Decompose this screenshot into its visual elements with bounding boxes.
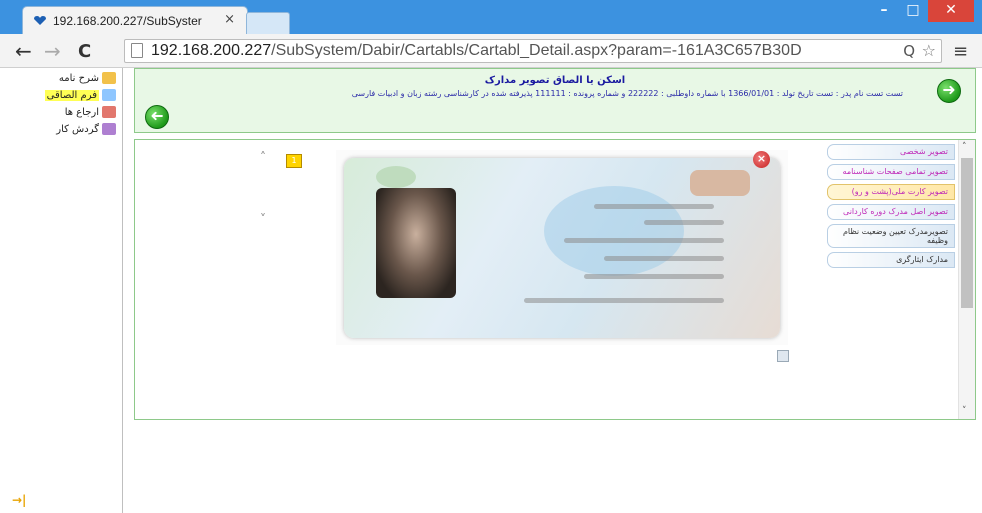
scroll-up-icon[interactable]: ˄ xyxy=(260,150,266,164)
national-id-card-image xyxy=(344,158,780,338)
left-sidebar: شرح نامه فرم الصاقی ارجاع ها گردش کار →| xyxy=(0,68,123,513)
minimize-button[interactable]: – xyxy=(870,0,898,22)
sidebar-item-label: گردش کار xyxy=(56,123,99,135)
sidebar-item-label: شرح نامه xyxy=(58,72,99,84)
expand-arrow-icon[interactable]: →| xyxy=(12,493,26,507)
browser-toolbar: ← → C 192.168.200.227/SubSystem/Dabir/Ca… xyxy=(0,34,982,68)
browser-window: 192.168.200.227/SubSyster × – □ ✕ ← → C … xyxy=(0,0,982,513)
maximize-button[interactable]: □ xyxy=(898,0,928,22)
sidebar-item-referrals[interactable]: ارجاع ها xyxy=(65,104,116,120)
document-content-panel: ˄ ˅ 1 × تصویر شخصی تصویر تمامی صفحات شنا… xyxy=(134,139,976,420)
scroll-down-icon[interactable]: ˅ xyxy=(260,212,266,226)
arrow-left-icon: ➜ xyxy=(150,106,164,125)
card-text-line xyxy=(604,256,724,261)
card-text-line xyxy=(564,238,724,243)
scrollbar-down-icon[interactable]: ˅ xyxy=(962,406,967,416)
header-panel: اسکن یا الصاق تصویر مدارک تست تست نام پد… xyxy=(134,68,976,133)
tab-close-icon[interactable]: × xyxy=(224,12,235,27)
close-window-button[interactable]: ✕ xyxy=(928,0,974,22)
browser-menu-icon[interactable]: ≡ xyxy=(953,41,968,62)
tab-title: 192.168.200.227/SubSyster xyxy=(53,14,202,28)
scanned-document-image xyxy=(336,150,788,345)
id-photo xyxy=(376,188,456,298)
zoom-icon[interactable]: Q xyxy=(903,42,915,60)
back-arrow-button[interactable]: ➜ xyxy=(145,105,169,129)
sidebar-item-letter-description[interactable]: شرح نامه xyxy=(59,70,116,86)
card-text-line xyxy=(644,220,724,225)
sidebar-item-label: ارجاع ها xyxy=(64,106,99,118)
close-image-icon[interactable]: × xyxy=(753,151,770,168)
vertical-scrollbar[interactable]: ˄ ˅ xyxy=(958,140,975,419)
folder-icon xyxy=(102,72,116,84)
url-text[interactable]: 192.168.200.227/SubSystem/Dabir/Cartabls… xyxy=(151,42,895,60)
sidebar-item-attachment-form[interactable]: فرم الصاقی xyxy=(44,87,116,103)
page-number-badge[interactable]: 1 xyxy=(286,154,302,168)
page-icon xyxy=(131,43,143,58)
browser-tab[interactable]: 192.168.200.227/SubSyster × xyxy=(22,6,248,34)
next-arrow-button[interactable]: ➜ xyxy=(937,79,961,103)
arrow-right-icon: ➜ xyxy=(942,80,956,99)
card-text-line xyxy=(594,204,714,209)
url-host: 192.168.200.227 xyxy=(151,42,272,59)
scrollbar-thumb[interactable] xyxy=(961,158,973,308)
workflow-icon xyxy=(102,123,116,135)
card-hologram xyxy=(544,186,684,276)
sidebar-item-workflow[interactable]: گردش کار xyxy=(56,121,116,137)
scrollbar-up-icon[interactable]: ˄ xyxy=(962,142,967,152)
card-text-line xyxy=(524,298,724,303)
doc-item-birth-certificate[interactable]: تصویر تمامی صفحات شناسنامه xyxy=(827,164,955,180)
back-icon[interactable]: ← xyxy=(15,39,32,63)
new-tab-button[interactable] xyxy=(246,12,290,34)
page-title: اسکن یا الصاق تصویر مدارک xyxy=(484,75,626,86)
attach-file-icon[interactable] xyxy=(777,350,789,362)
favicon-icon xyxy=(34,16,46,25)
title-bar: 192.168.200.227/SubSyster × – □ ✕ xyxy=(0,0,982,34)
applicant-info: تست تست نام پدر : تست تاریخ تولد : 1366/… xyxy=(351,89,903,98)
card-text-line xyxy=(584,274,724,279)
address-bar[interactable]: 192.168.200.227/SubSystem/Dabir/Cartabls… xyxy=(124,39,942,63)
bookmark-star-icon[interactable]: ☆ xyxy=(922,41,936,60)
form-icon xyxy=(102,89,116,101)
doc-item-veteran-documents[interactable]: مدارک ایثارگری xyxy=(827,252,955,268)
referral-icon xyxy=(102,106,116,118)
doc-item-personal-photo[interactable]: تصویر شخصی xyxy=(827,144,955,160)
document-type-menu: تصویر شخصی تصویر تمامی صفحات شناسنامه تص… xyxy=(827,144,955,272)
url-path: /SubSystem/Dabir/Cartabls/Cartabl_Detail… xyxy=(271,42,802,59)
sidebar-item-label: فرم الصاقی xyxy=(44,89,99,101)
card-emblem xyxy=(376,166,416,188)
card-seal xyxy=(690,170,750,196)
doc-item-associate-degree[interactable]: تصویر اصل مدرک دوره کاردانی xyxy=(827,204,955,220)
reload-icon[interactable]: C xyxy=(78,41,91,62)
doc-item-military-status[interactable]: تصویرمدرک تعیین وضعیت نظام وظیفه xyxy=(827,224,955,248)
doc-item-national-card[interactable]: تصویر کارت ملی(پشت و رو) xyxy=(827,184,955,200)
forward-icon[interactable]: → xyxy=(44,39,61,63)
thumbnail-list[interactable]: ˄ ˅ xyxy=(258,150,280,230)
